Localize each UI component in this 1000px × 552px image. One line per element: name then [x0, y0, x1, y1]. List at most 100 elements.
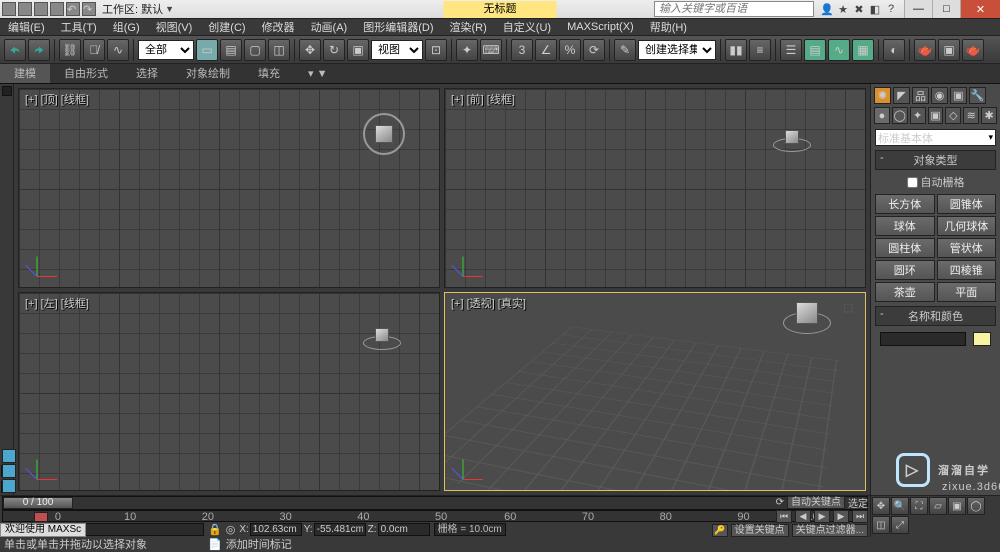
- bind-button[interactable]: ∿: [107, 39, 129, 61]
- min-max-icon[interactable]: ⤢: [891, 516, 909, 534]
- menu-view[interactable]: 视图(V): [148, 19, 201, 35]
- render-button[interactable]: 🫖: [962, 39, 984, 61]
- goto-end[interactable]: ⏭: [852, 510, 868, 523]
- exchange-icon[interactable]: ✖: [852, 2, 866, 16]
- select-button[interactable]: ▭: [196, 39, 218, 61]
- save-icon[interactable]: [50, 2, 64, 16]
- orbit-icon[interactable]: ◯: [967, 497, 985, 515]
- fov-icon[interactable]: ▱: [929, 497, 947, 515]
- ref-coord-dropdown[interactable]: 视图: [371, 40, 423, 60]
- create-tab[interactable]: ✺: [874, 87, 891, 104]
- keyfilter-button[interactable]: 关键点过滤器...: [792, 524, 868, 537]
- ribbon-tab-populate[interactable]: 填充: [244, 64, 294, 83]
- cameras-icon[interactable]: ▣: [928, 107, 944, 124]
- layers-button[interactable]: ☰: [780, 39, 802, 61]
- viewport-top[interactable]: [+] [顶] [线框]: [18, 88, 440, 288]
- search-input[interactable]: 输入关键字或百语: [654, 1, 814, 17]
- ribbon-tab-modeling[interactable]: 建模: [0, 64, 50, 83]
- viewport-front[interactable]: [+] [前] [线框]: [444, 88, 866, 288]
- move-button[interactable]: ✥: [299, 39, 321, 61]
- spacewarps-icon[interactable]: ≋: [963, 107, 979, 124]
- prim-geosphere[interactable]: 几何球体: [937, 216, 997, 236]
- help-icon[interactable]: ?: [884, 2, 898, 16]
- viewcube-icon[interactable]: [843, 301, 857, 315]
- prim-cylinder[interactable]: 圆柱体: [875, 238, 935, 258]
- minimize-button[interactable]: —: [904, 0, 932, 18]
- material-editor-button[interactable]: ◐: [883, 39, 905, 61]
- zoom-all-icon[interactable]: ⛶: [910, 497, 928, 515]
- config-icon[interactable]: ◧: [868, 2, 882, 16]
- undo-icon[interactable]: ↶: [66, 2, 80, 16]
- prev-frame[interactable]: ◀: [795, 510, 811, 523]
- motion-tab[interactable]: ◉: [931, 87, 948, 104]
- menu-render[interactable]: 渲染(R): [442, 19, 495, 35]
- isolate-icon[interactable]: ◎: [226, 523, 236, 536]
- geometry-icon[interactable]: ●: [874, 107, 890, 124]
- play[interactable]: ▶: [814, 510, 830, 523]
- signin-icon[interactable]: 👤: [820, 2, 834, 16]
- named-selection-set[interactable]: 创建选择集: [638, 40, 716, 60]
- coord-y[interactable]: [314, 523, 366, 536]
- prim-torus[interactable]: 圆环: [875, 260, 935, 280]
- category-dropdown[interactable]: 标准基本体: [875, 129, 996, 146]
- selection-filter[interactable]: 全部: [138, 40, 194, 60]
- maximize-viewport-icon[interactable]: ◫: [872, 516, 890, 534]
- curve-editor-button[interactable]: ∿: [828, 39, 850, 61]
- adaptive-icon[interactable]: ⟳: [776, 497, 784, 508]
- view-gizmo[interactable]: [363, 113, 405, 155]
- window-crossing-button[interactable]: ◫: [268, 39, 290, 61]
- shapes-icon[interactable]: ◯: [892, 107, 908, 124]
- menu-group[interactable]: 组(G): [105, 19, 148, 35]
- spinner-snap[interactable]: ⟳: [583, 39, 605, 61]
- scene-explorer-button[interactable]: ▤: [804, 39, 826, 61]
- close-button[interactable]: ✕: [960, 0, 1000, 18]
- script-icon[interactable]: 📄: [208, 538, 222, 551]
- rotate-button[interactable]: ↻: [323, 39, 345, 61]
- app-icon[interactable]: [2, 2, 16, 16]
- percent-snap[interactable]: %: [559, 39, 581, 61]
- viewport-label[interactable]: [+] [透视] [真实]: [451, 295, 526, 311]
- maximize-button[interactable]: □: [932, 0, 960, 18]
- ribbon-tab-freeform[interactable]: 自由形式: [50, 64, 122, 83]
- prim-plane[interactable]: 平面: [937, 282, 997, 302]
- viewport-perspective[interactable]: [+] [透视] [真实]: [444, 292, 866, 492]
- viewport-label[interactable]: [+] [左] [线框]: [25, 295, 89, 311]
- dock-handle[interactable]: [2, 86, 12, 96]
- snap-toggle[interactable]: 3: [511, 39, 533, 61]
- render-frame-button[interactable]: ▣: [938, 39, 960, 61]
- menu-create[interactable]: 创建(C): [200, 19, 253, 35]
- ribbon-tab-selection[interactable]: 选择: [122, 64, 172, 83]
- new-icon[interactable]: [18, 2, 32, 16]
- prim-pyramid[interactable]: 四棱锥: [937, 260, 997, 280]
- object-color-swatch[interactable]: [973, 332, 991, 346]
- welcome-tab[interactable]: 欢迎使用 MAXSc: [0, 523, 86, 537]
- prim-tube[interactable]: 管状体: [937, 238, 997, 258]
- manipulate-button[interactable]: ✦: [456, 39, 478, 61]
- select-name-button[interactable]: ▤: [220, 39, 242, 61]
- prim-cone[interactable]: 圆锥体: [937, 194, 997, 214]
- keyboard-button[interactable]: ⌨: [480, 39, 502, 61]
- mirror-button[interactable]: ▮▮: [725, 39, 747, 61]
- track-toggle[interactable]: [2, 449, 16, 493]
- goto-start[interactable]: ⏮: [776, 510, 792, 523]
- select-region-button[interactable]: ▢: [244, 39, 266, 61]
- utilities-tab[interactable]: 🔧: [969, 87, 986, 104]
- pivot-button[interactable]: ⊡: [425, 39, 447, 61]
- coord-x[interactable]: [250, 523, 302, 536]
- menu-graph[interactable]: 图形编辑器(D): [355, 19, 441, 35]
- schematic-button[interactable]: ▦: [852, 39, 874, 61]
- prim-sphere[interactable]: 球体: [875, 216, 935, 236]
- lock-icon[interactable]: 🔒: [208, 523, 222, 536]
- menu-edit[interactable]: 编辑(E): [0, 19, 53, 35]
- rollout-name-color[interactable]: 名称和颜色: [875, 306, 996, 326]
- viewport-label[interactable]: [+] [前] [线框]: [451, 91, 515, 107]
- viewport-left[interactable]: [+] [左] [线框]: [18, 292, 440, 492]
- view-gizmo[interactable]: [363, 336, 401, 350]
- zoom-icon[interactable]: 🔍: [891, 497, 909, 515]
- time-tag-field[interactable]: 添加时间标记: [226, 536, 336, 552]
- display-tab[interactable]: ▣: [950, 87, 967, 104]
- helpers-icon[interactable]: ◇: [945, 107, 961, 124]
- align-button[interactable]: ≡: [749, 39, 771, 61]
- time-tag[interactable]: [34, 512, 48, 522]
- zoom-extents-icon[interactable]: ▣: [948, 497, 966, 515]
